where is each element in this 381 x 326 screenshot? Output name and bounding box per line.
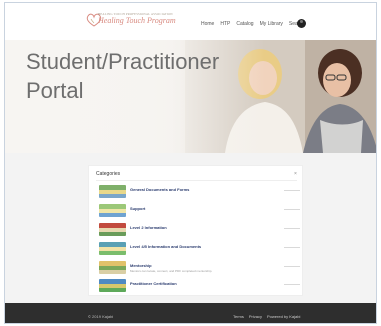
categories-title: Categories [96,171,121,177]
main-nav: Home HTP Catalog My Library Search [201,21,305,27]
category-row[interactable]: Support [99,204,300,220]
category-progress-bar [284,228,300,229]
category-title[interactable]: Practitioner Certification [130,281,177,286]
site-header: HEALING TOUCH PROFESSIONAL ASSOCIATION H… [5,3,376,40]
category-thumbnail [99,242,126,255]
category-row[interactable]: General Documents and Forms [99,185,300,201]
nav-home[interactable]: Home [201,21,214,27]
category-progress-bar [284,190,300,191]
thumb-band [99,270,126,274]
category-thumbnail [99,204,126,217]
site-logo[interactable]: HEALING TOUCH PROFESSIONAL ASSOCIATION H… [86,12,176,30]
category-row[interactable]: Mentorship Mentors can locate, connect, … [99,261,300,277]
category-thumbnail [99,223,126,236]
category-progress-bar [284,266,300,267]
category-title[interactable]: Mentorship [130,263,152,268]
category-thumbnail [99,261,126,274]
thumb-band [99,251,126,255]
user-avatar[interactable] [297,19,306,28]
browser-frame: HEALING TOUCH PROFESSIONAL ASSOCIATION H… [4,2,377,324]
category-progress-bar [284,247,300,248]
hero-banner: Student/Practitioner Portal [5,40,376,153]
footer-links: Terms Privacy Powered by Kajabi [233,314,300,319]
logo-name: Healing Touch Program [98,16,176,25]
category-progress-bar [284,209,300,210]
category-thumbnail [99,185,126,198]
copyright-text: © 2019 Kajabi [88,314,114,319]
footer-link-powered-by[interactable]: Powered by Kajabi [267,314,300,319]
footer-link-terms[interactable]: Terms [233,314,244,319]
thumb-band [99,232,126,236]
category-progress-bar [284,284,300,285]
footer-link-privacy[interactable]: Privacy [249,314,262,319]
divider [96,180,297,181]
category-thumbnail [99,279,126,292]
thumb-band [99,213,126,217]
category-title[interactable]: General Documents and Forms [130,187,189,192]
category-row[interactable]: Level 4/5 Information and Documents [99,242,300,258]
category-title[interactable]: Support [130,206,145,211]
category-row[interactable]: Level 2 Information [99,223,300,239]
nav-htp[interactable]: HTP [220,21,230,27]
category-title[interactable]: Level 4/5 Information and Documents [130,244,201,249]
collapse-icon[interactable]: × [294,171,297,177]
nav-my-library[interactable]: My Library [260,21,283,27]
thumb-band [99,288,126,292]
category-description: Mentors can locate, connect, and PDF com… [130,269,213,273]
category-title[interactable]: Level 2 Information [130,225,167,230]
categories-card: Categories × General Documents and Forms… [88,165,303,296]
site-footer: © 2019 Kajabi Terms Privacy Powered by K… [5,303,376,323]
nav-catalog[interactable]: Catalog [236,21,253,27]
thumb-band [99,194,126,198]
page-title: Student/Practitioner Portal [26,49,220,103]
category-row[interactable]: Practitioner Certification [99,279,300,295]
